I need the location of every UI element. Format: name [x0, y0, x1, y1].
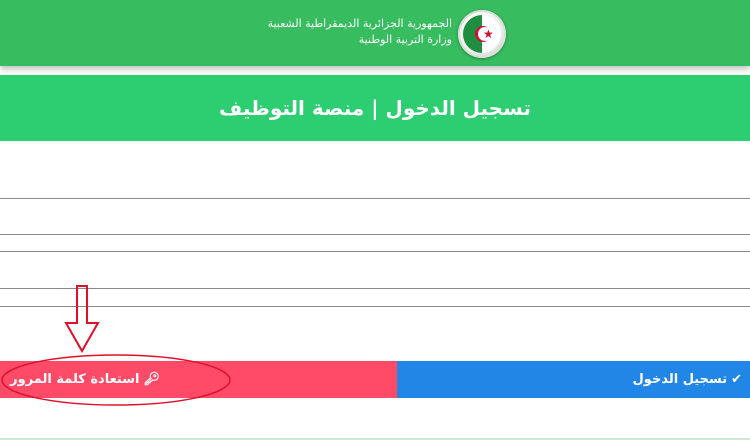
form-field-divider	[0, 306, 750, 307]
form-field-divider	[0, 251, 750, 252]
form-field-divider	[0, 198, 750, 199]
login-label: تسجيل الدخول	[632, 372, 728, 387]
form-field-divider	[0, 288, 750, 289]
login-button[interactable]: ✔تسجيل الدخول	[397, 361, 750, 398]
form-field-divider	[0, 234, 750, 235]
annotation-ellipse	[1, 354, 231, 406]
bottom-divider	[0, 438, 750, 440]
annotation-arrow-icon	[64, 285, 100, 353]
title-bar: تسجيل الدخول | منصة التوظيف	[0, 75, 750, 141]
check-icon: ✔	[731, 372, 742, 387]
page-title: تسجيل الدخول | منصة التوظيف	[219, 96, 531, 120]
algeria-flag-emblem-icon: ★	[458, 10, 506, 58]
top-header: ★ الجمهورية الجزائرية الديمقراطية الشعبي…	[0, 0, 750, 66]
ministry-name: وزارة التربية الوطنية	[358, 33, 452, 46]
republic-name: الجمهورية الجزائرية الديمقراطية الشعبية	[267, 17, 452, 30]
